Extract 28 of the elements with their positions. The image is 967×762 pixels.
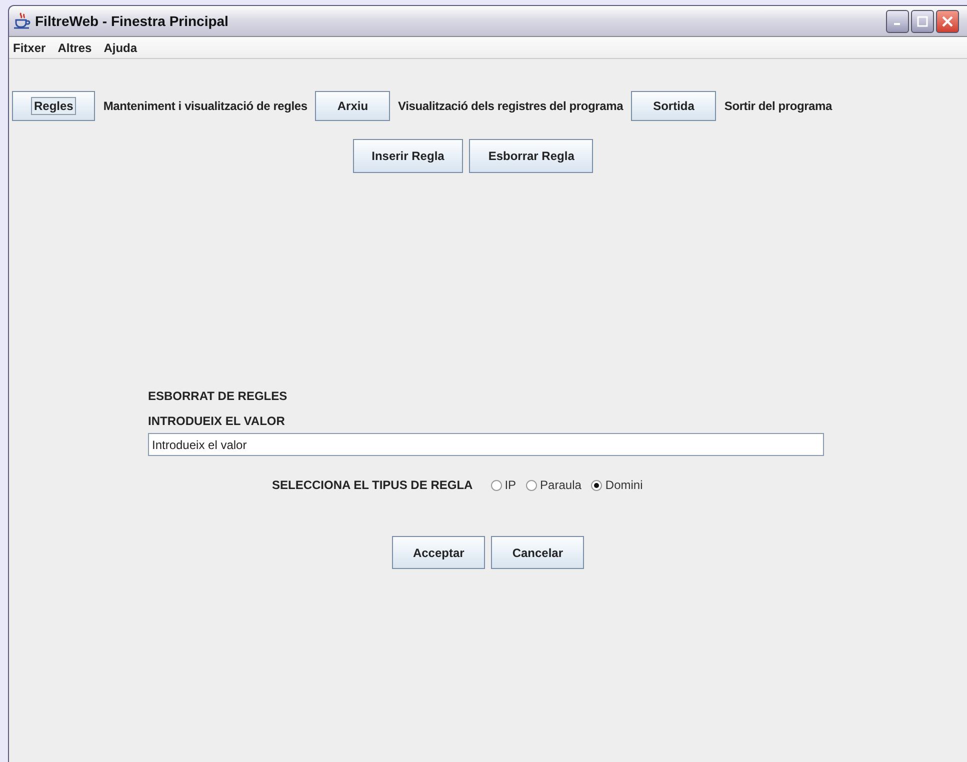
rule-type-radio[interactable]: Domini: [591, 478, 643, 492]
toolbar-button[interactable]: Sortida: [631, 91, 716, 121]
rule-type-radio[interactable]: IP: [490, 478, 516, 492]
focus-ring: Sortida: [652, 98, 696, 115]
value-field[interactable]: Introdueix el valor: [148, 433, 824, 456]
menu-item[interactable]: Ajuda: [104, 40, 138, 54]
section-heading: ESBORRAT DE REGLES: [148, 388, 288, 405]
minimize-icon[interactable]: [886, 10, 909, 32]
button-description: Visualització dels registres del programa: [398, 99, 624, 113]
action-button[interactable]: Esborrar Regla: [469, 139, 594, 173]
dialog-button[interactable]: Acceptar: [392, 536, 486, 569]
menu-item[interactable]: Fitxer: [13, 40, 46, 54]
window-title: FiltreWeb - Finestra Principal: [35, 13, 230, 29]
button-description: Manteniment i visualització de regles: [103, 99, 308, 113]
maximize-icon[interactable]: [911, 10, 934, 32]
field-label: INTRODUEIX EL VALOR: [148, 413, 286, 430]
button-description: Sortir del programa: [724, 99, 832, 113]
menu-item[interactable]: Altres: [58, 40, 92, 54]
rule-type-radio[interactable]: Paraula: [526, 478, 582, 492]
toolbar-button[interactable]: Arxiu: [315, 91, 390, 121]
toolbar-button[interactable]: Regles: [12, 91, 96, 121]
focus-ring: Arxiu: [336, 98, 370, 115]
action-button[interactable]: Inserir Regla: [352, 139, 464, 173]
focus-ring: Regles: [31, 97, 76, 115]
coffee-cup-icon: [13, 12, 31, 30]
close-icon[interactable]: [936, 10, 959, 32]
dialog-button[interactable]: Cancelar: [491, 536, 584, 569]
type-label: SELECCIONA EL TIPUS DE REGLA: [272, 478, 473, 492]
